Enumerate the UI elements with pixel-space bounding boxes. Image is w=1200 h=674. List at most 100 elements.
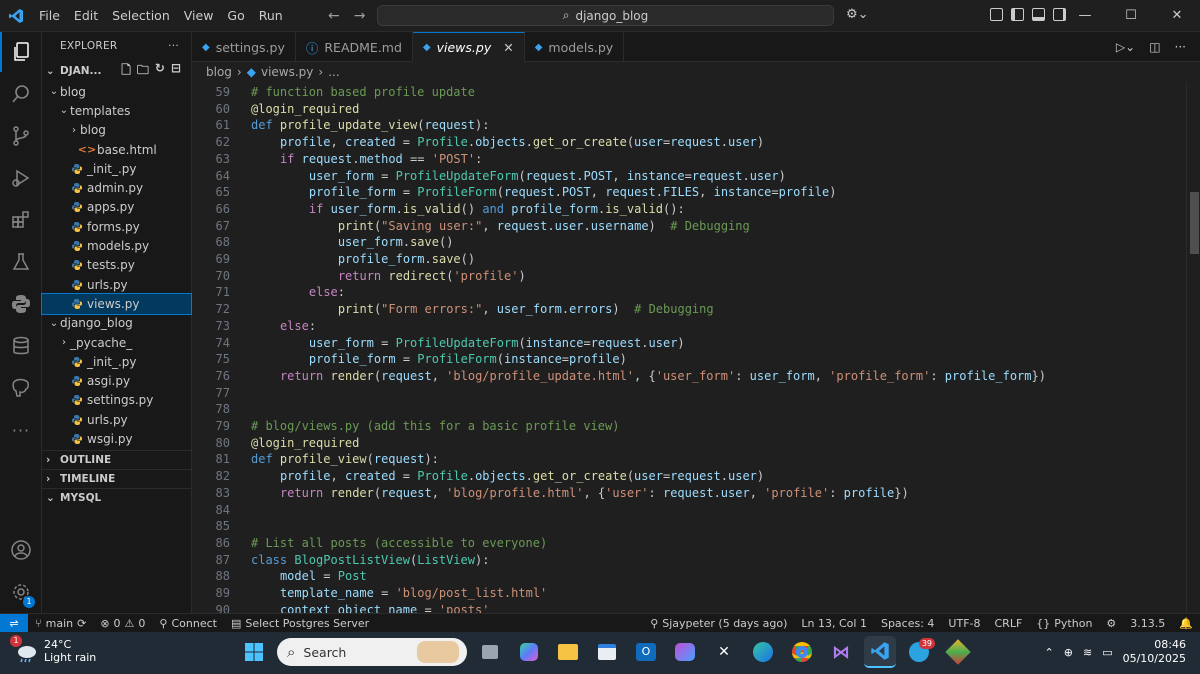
- notifications-icon[interactable]: 🔔: [1172, 617, 1200, 630]
- scrollbar-thumb[interactable]: [1190, 192, 1199, 254]
- editor-tab[interactable]: ◆ settings.py: [192, 32, 296, 62]
- git-blame-status[interactable]: ⚲ Sjaypeter (5 days ago): [643, 617, 794, 630]
- tree-file[interactable]: forms.py: [42, 217, 191, 236]
- python-icon[interactable]: [0, 284, 42, 324]
- cursor-position[interactable]: Ln 13, Col 1: [794, 617, 874, 630]
- tree-file[interactable]: asgi.py: [42, 371, 191, 390]
- copilot-app-icon[interactable]: [513, 636, 545, 668]
- code-line[interactable]: 80 @login_required: [192, 435, 1192, 452]
- toggle-sidebar-icon[interactable]: [1011, 8, 1024, 21]
- code-line[interactable]: 65 profile_form = ProfileForm(request.PO…: [192, 184, 1192, 201]
- postgres-status[interactable]: ▤ Select Postgres Server: [224, 617, 376, 630]
- language-globe-icon[interactable]: ⊕: [1064, 646, 1073, 659]
- code-line[interactable]: 71 else:: [192, 284, 1192, 301]
- code-line[interactable]: 87 class BlogPostListView(ListView):: [192, 552, 1192, 569]
- code-line[interactable]: 81 def profile_view(request):: [192, 451, 1192, 468]
- menu-item[interactable]: File: [32, 0, 67, 32]
- git-client-icon[interactable]: [942, 636, 974, 668]
- code-line[interactable]: 68 user_form.save(): [192, 234, 1192, 251]
- tree-folder[interactable]: ⌄ templates: [42, 101, 191, 120]
- connect-status[interactable]: ⚲ Connect: [152, 617, 224, 630]
- maximize-button[interactable]: ☐: [1108, 0, 1154, 32]
- tree-file[interactable]: models.py: [42, 236, 191, 255]
- tree-file[interactable]: _init_.py: [42, 352, 191, 371]
- manage-gear-icon[interactable]: [0, 572, 42, 612]
- mysql-section[interactable]: ⌄ MYSQL: [42, 488, 192, 507]
- menu-item[interactable]: Run: [252, 0, 290, 32]
- tree-file[interactable]: urls.py: [42, 275, 191, 294]
- code-line[interactable]: 62 profile, created = Profile.objects.ge…: [192, 134, 1192, 151]
- code-line[interactable]: 75 profile_form = ProfileForm(instance=p…: [192, 351, 1192, 368]
- code-line[interactable]: 85: [192, 518, 1192, 535]
- clock[interactable]: 08:46 05/10/2025: [1123, 638, 1186, 666]
- customize-layout-icon[interactable]: [990, 8, 1003, 21]
- collapse-all-icon[interactable]: ⊟: [171, 61, 181, 82]
- run-debug-icon[interactable]: [0, 158, 42, 198]
- minimize-button[interactable]: —: [1062, 0, 1108, 32]
- language-status[interactable]: {} Python: [1029, 617, 1099, 630]
- editor-tab[interactable]: ◆ models.py: [525, 32, 625, 62]
- tree-file[interactable]: settings.py: [42, 391, 191, 410]
- code-line[interactable]: 76 return render(request, 'blog/profile_…: [192, 368, 1192, 385]
- code-line[interactable]: 72 print("Form errors:", user_form.error…: [192, 301, 1192, 318]
- tree-file[interactable]: views.py: [41, 293, 192, 315]
- tree-folder[interactable]: ⌄ django_blog: [42, 314, 191, 333]
- back-arrow-icon[interactable]: ←: [328, 0, 340, 32]
- tree-file[interactable]: <> base.html: [42, 140, 191, 159]
- outlook-icon[interactable]: O: [630, 636, 662, 668]
- file-explorer-icon[interactable]: [552, 636, 584, 668]
- refresh-icon[interactable]: ↻: [155, 61, 165, 82]
- database-icon[interactable]: [0, 326, 42, 366]
- code-line[interactable]: 70 return redirect('profile'): [192, 268, 1192, 285]
- code-line[interactable]: 78: [192, 401, 1192, 418]
- menu-item[interactable]: Go: [220, 0, 251, 32]
- vscode-taskbar-icon[interactable]: [864, 636, 896, 668]
- indentation-status[interactable]: Spaces: 4: [874, 617, 941, 630]
- battery-icon[interactable]: ▭: [1102, 646, 1112, 659]
- microsoft-store-icon[interactable]: [591, 636, 623, 668]
- code-line[interactable]: 63 if request.method == 'POST':: [192, 151, 1192, 168]
- explorer-more-icon[interactable]: ···: [168, 40, 179, 52]
- code-line[interactable]: 67 print("Saving user:", request.user.us…: [192, 218, 1192, 235]
- close-tab-icon[interactable]: ✕: [503, 40, 513, 55]
- python-interpreter-status[interactable]: ⚙ 3.13.5: [1099, 617, 1172, 630]
- windows-start-icon[interactable]: [238, 636, 270, 668]
- testing-icon[interactable]: [0, 242, 42, 282]
- explorer-icon[interactable]: [0, 32, 42, 72]
- code-line[interactable]: 90 context_object_name = 'posts': [192, 602, 1192, 613]
- accounts-icon[interactable]: [0, 530, 42, 570]
- code-editor[interactable]: 59 # function based profile update 60 @logi…: [192, 82, 1200, 613]
- close-window-button[interactable]: ✕: [1154, 0, 1200, 32]
- code-line[interactable]: 82 profile, created = Profile.objects.ge…: [192, 468, 1192, 485]
- tree-file[interactable]: tests.py: [42, 256, 191, 275]
- encoding-status[interactable]: UTF-8: [941, 617, 987, 630]
- code-line[interactable]: 88 model = Post: [192, 568, 1192, 585]
- eol-status[interactable]: CRLF: [988, 617, 1030, 630]
- edge-icon[interactable]: [747, 636, 779, 668]
- menu-item[interactable]: Edit: [67, 0, 105, 32]
- branch-status[interactable]: ⑂ main ⟳: [28, 617, 93, 630]
- search-view-icon[interactable]: [0, 74, 42, 114]
- tree-folder[interactable]: ⌄ blog: [42, 82, 191, 101]
- forward-arrow-icon[interactable]: →: [354, 0, 366, 32]
- code-line[interactable]: 83 return render(request, 'blog/profile.…: [192, 485, 1192, 502]
- code-line[interactable]: 69 profile_form.save(): [192, 251, 1192, 268]
- new-file-icon[interactable]: 🗋: [121, 61, 131, 82]
- code-line[interactable]: 60 @login_required: [192, 101, 1192, 118]
- code-line[interactable]: 59 # function based profile update: [192, 84, 1192, 101]
- menu-item[interactable]: Selection: [105, 0, 177, 32]
- chrome-icon[interactable]: [786, 636, 818, 668]
- tree-file[interactable]: urls.py: [42, 410, 191, 429]
- command-center-search[interactable]: ⌕ django_blog: [377, 5, 834, 26]
- wifi-icon[interactable]: ≋: [1083, 646, 1092, 659]
- extensions-icon[interactable]: [0, 200, 42, 240]
- editor-tab[interactable]: ◆ views.py ✕: [412, 32, 525, 62]
- remote-indicator-icon[interactable]: ⇌: [0, 613, 28, 633]
- code-line[interactable]: 86 # List all posts (accessible to everyo…: [192, 535, 1192, 552]
- task-view-icon[interactable]: [474, 636, 506, 668]
- code-line[interactable]: 73 else:: [192, 318, 1192, 335]
- postgres-elephant-icon[interactable]: [0, 368, 42, 408]
- toggle-panel-icon[interactable]: [1032, 8, 1045, 21]
- show-hidden-icons[interactable]: ⌃: [1045, 646, 1054, 659]
- x-app-icon[interactable]: ✕: [708, 636, 740, 668]
